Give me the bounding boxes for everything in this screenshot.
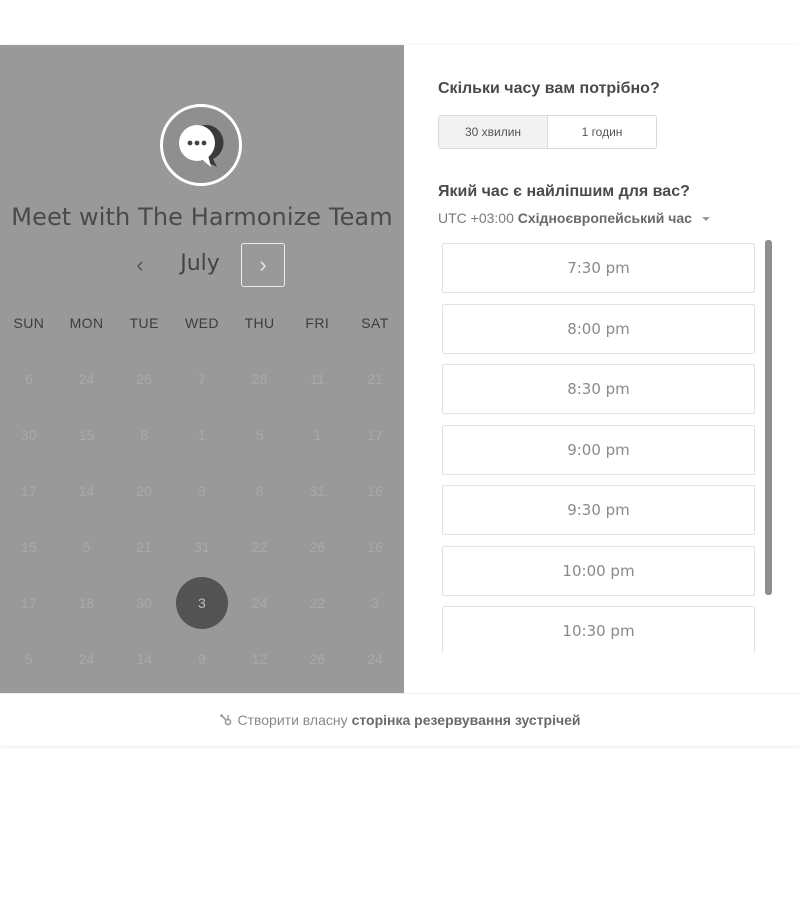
calendar-day: 17 <box>21 595 37 611</box>
calendar-day: 5 <box>24 651 33 667</box>
time-slot-button[interactable]: 10:30 pm <box>442 606 755 653</box>
time-selection-panel: Скільки часу вам потрібно? 30 хвилин 1 г… <box>404 45 800 693</box>
timezone-offset: UTC +03:00 <box>438 210 514 226</box>
calendar-day: 1 <box>198 427 206 443</box>
weekday-mon: MON <box>69 315 104 331</box>
footer: Створити власну сторінка резервування зу… <box>0 693 800 746</box>
weekday-sat: SAT <box>361 315 389 331</box>
calendar-day: 7 <box>198 371 206 387</box>
calendar-day: 8 <box>140 427 149 443</box>
slot-list-scrollbar[interactable] <box>765 240 772 595</box>
calendar-day: 6 <box>24 371 33 387</box>
calendar-day: 31 <box>309 483 326 499</box>
duration-1-hour-button[interactable]: 1 годин <box>548 116 656 148</box>
calendar-day: 22 <box>309 595 326 611</box>
calendar-day: 22 <box>251 539 268 555</box>
calendar-day-selected[interactable]: 3 <box>175 577 228 629</box>
time-slot-list: 7:30 pm 8:00 pm 8:30 pm 9:00 pm 9:30 pm … <box>442 243 762 653</box>
calendar-day: 30 <box>136 595 152 611</box>
time-question: Який час є найліпшим для вас? <box>438 183 690 200</box>
calendar-day: 14 <box>78 483 95 499</box>
month-navigation: ‹ July › <box>0 243 404 287</box>
calendar-day: 3 <box>198 483 206 499</box>
calendar-day: 14 <box>136 651 152 667</box>
calendar-day: 17 <box>367 427 383 443</box>
calendar-day: 24 <box>78 371 95 387</box>
calendar-week-row: 17 18 30 3 24 22 3 <box>0 575 404 631</box>
time-slot-button[interactable]: 9:00 pm <box>442 424 755 475</box>
booking-page: Meet with The Harmonize Team ‹ July › SU… <box>0 0 800 900</box>
calendar-grid: SUN MON TUE WED THU FRI SAT 6 24 26 7 28… <box>0 295 404 687</box>
calendar-day: 16 <box>367 483 383 499</box>
duration-question: Скільки часу вам потрібно? <box>438 80 660 97</box>
chat-bubble-ellipsis-icon <box>179 124 224 167</box>
create-booking-page-link[interactable]: сторінка резервування зустрічей <box>352 712 581 728</box>
calendar-day: 15 <box>78 427 95 443</box>
calendar-day: 3 <box>371 595 379 611</box>
calendar-day: 28 <box>251 371 268 387</box>
weekday-wed: WED <box>184 315 219 331</box>
weekday-tue: TUE <box>129 315 159 331</box>
calendar-panel: Meet with The Harmonize Team ‹ July › SU… <box>0 45 404 693</box>
calendar-day: 5 <box>82 539 91 555</box>
meeting-title: Meet with The Harmonize Team <box>11 203 393 231</box>
calendar-day: 26 <box>309 651 326 667</box>
calendar-day: 9 <box>198 651 206 667</box>
timezone-name: Східноєвропейський час <box>517 210 692 226</box>
weekday-fri: FRI <box>305 315 330 331</box>
calendar-day: 21 <box>367 371 383 387</box>
prev-month-button[interactable]: ‹ <box>122 243 158 287</box>
time-slot-button[interactable]: 9:30 pm <box>442 485 755 535</box>
calendar-day: 26 <box>309 539 326 555</box>
time-slot-button[interactable]: 10:00 pm <box>442 545 755 596</box>
calendar-week-row: 15 5 21 31 22 26 16 <box>0 519 404 575</box>
calendar-day: 24 <box>251 595 268 611</box>
meeting-card: Meet with The Harmonize Team ‹ July › SU… <box>0 45 800 746</box>
calendar-day: 30 <box>21 427 37 443</box>
calendar-day: 11 <box>310 371 325 387</box>
avatar <box>160 104 242 186</box>
calendar-day: 21 <box>136 539 152 555</box>
duration-30-min-button[interactable]: 30 хвилин <box>439 116 548 148</box>
month-label: July <box>180 251 220 276</box>
calendar-day: 31 <box>194 539 210 555</box>
calendar-day: 20 <box>136 483 152 499</box>
calendar-day: 24 <box>78 651 95 667</box>
calendar-day: 17 <box>21 483 37 499</box>
calendar-week-row: 6 24 26 7 28 11 21 <box>0 351 404 407</box>
chevron-right-icon: › <box>259 252 267 277</box>
calendar-week-row: 30 15 8 1 5 1 17 <box>0 407 404 463</box>
footer-prefix: Створити власну <box>237 712 348 728</box>
calendar-week-row: 5 24 14 9 12 26 24 <box>0 631 404 687</box>
calendar-week-row: 17 14 20 3 8 31 16 <box>0 463 404 519</box>
timezone-selector[interactable]: UTC +03:00 Східноєвропейський час <box>438 210 710 226</box>
calendar-day: 18 <box>78 595 95 611</box>
calendar-day: 1 <box>313 427 322 443</box>
caret-down-icon <box>701 217 710 222</box>
calendar-day: 12 <box>251 651 268 667</box>
calendar-day: 5 <box>255 427 264 443</box>
time-slot-button[interactable]: 7:30 pm <box>442 243 755 293</box>
weekday-sun: SUN <box>13 315 45 331</box>
weekday-header-row: SUN MON TUE WED THU FRI SAT <box>0 295 404 351</box>
calendar-day: 24 <box>367 651 383 667</box>
next-month-button[interactable]: › <box>241 243 285 287</box>
time-slot-button[interactable]: 8:30 pm <box>442 364 755 414</box>
time-slot-button[interactable]: 8:00 pm <box>442 303 755 354</box>
calendar-day: 16 <box>367 539 383 555</box>
calendar-day: 8 <box>255 483 264 499</box>
weekday-thu: THU <box>244 315 275 331</box>
calendar-day: 15 <box>21 539 37 555</box>
hubspot-sprocket-icon <box>219 713 233 727</box>
calendar-day: 26 <box>136 371 152 387</box>
duration-toggle-group: 30 хвилин 1 годин <box>438 115 657 149</box>
chevron-left-icon: ‹ <box>136 252 144 277</box>
